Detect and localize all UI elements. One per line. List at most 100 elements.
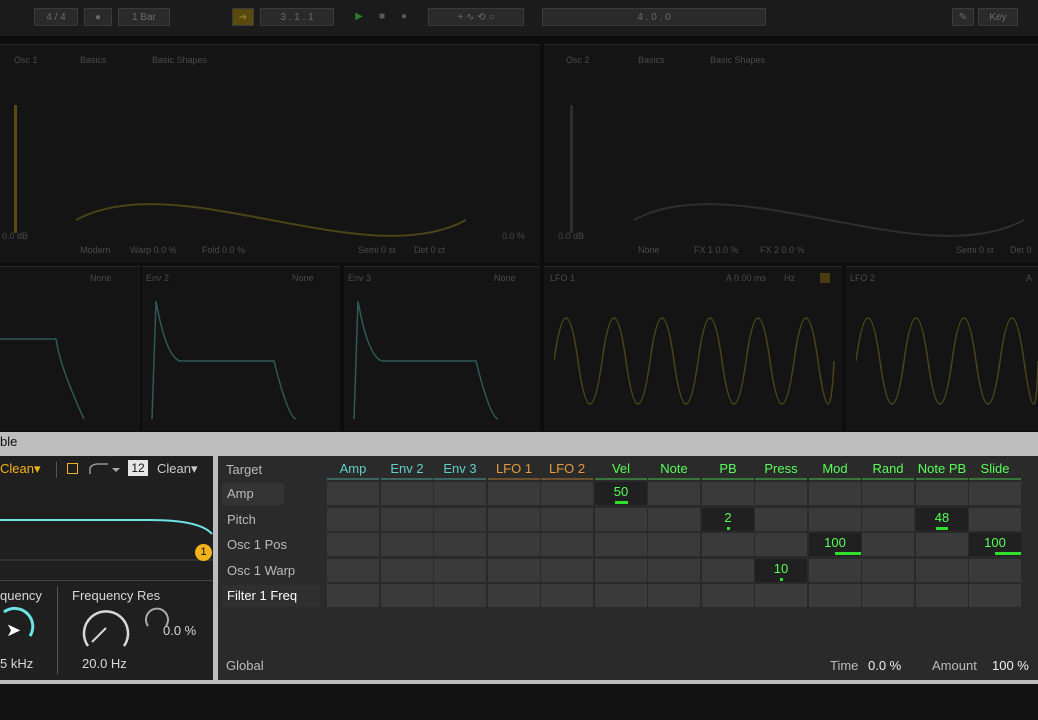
matrix-cell[interactable] [595,559,647,582]
target-row-osc-1-pos[interactable]: Osc 1 Pos [222,534,320,556]
matrix-cell[interactable] [327,559,379,582]
song-position-field[interactable]: 3 . 1 . 1 [260,8,334,26]
resonance-value[interactable]: 0.0 % [163,623,196,638]
osc2-semi[interactable]: Semi 0 st [956,245,994,255]
matrix-cell[interactable] [702,533,754,556]
loop-position-field[interactable]: 4 . 0 . 0 [542,8,766,26]
osc2-mode[interactable]: None [638,245,660,255]
frequency-res-value[interactable]: 20.0 Hz [82,656,127,671]
lfo1-attack[interactable]: A 0.00 ms [726,273,766,283]
osc2-fx1[interactable]: FX 1 0.0 % [694,245,739,255]
source-header-press[interactable]: Press [755,460,807,478]
osc1-pos[interactable]: 0.0 % [502,231,525,241]
matrix-cell[interactable] [541,533,593,556]
matrix-cell[interactable] [969,508,1021,531]
matrix-cell[interactable] [755,533,807,556]
matrix-cell[interactable] [541,482,593,505]
draw-mode-icon[interactable]: ✎ [952,8,974,26]
osc1-wavetable[interactable]: Basic Shapes [152,55,207,65]
osc2-wavetable[interactable]: Basic Shapes [710,55,765,65]
source-header-vel[interactable]: Vel [595,460,647,478]
source-header-lfo-1[interactable]: LFO 1 [488,460,540,478]
matrix-cell[interactable] [327,533,379,556]
source-header-rand[interactable]: Rand [862,460,914,478]
matrix-cell[interactable] [862,508,914,531]
matrix-cell[interactable] [434,533,486,556]
matrix-cell[interactable] [969,559,1021,582]
matrix-cell[interactable] [755,482,807,505]
matrix-cell[interactable] [702,584,754,607]
matrix-cell[interactable] [327,482,379,505]
play-icon[interactable]: ▶ [348,8,370,26]
source-header-env-3[interactable]: Env 3 [434,460,486,478]
osc1-det[interactable]: Det 0 ct [414,245,445,255]
target-row-pitch[interactable]: Pitch [222,509,274,531]
matrix-cell[interactable] [702,482,754,505]
target-row-amp[interactable]: Amp [222,483,284,505]
matrix-cell[interactable] [381,584,433,607]
matrix-cell[interactable] [327,508,379,531]
time-signature-field[interactable]: 4 / 4 [34,8,78,26]
time-value[interactable]: 0.0 % [868,658,901,673]
matrix-cell[interactable] [381,482,433,505]
source-header-env-2[interactable]: Env 2 [381,460,433,478]
env1-none-menu[interactable]: None [90,273,112,283]
matrix-cell[interactable] [755,584,807,607]
filter2-circuit-menu[interactable]: Clean▾ [157,461,198,477]
filter2-enable-toggle[interactable] [67,463,78,474]
matrix-cell[interactable] [916,584,968,607]
lfo2-attack[interactable]: A [1026,273,1032,283]
lfo1-rate-mode[interactable]: Hz [784,273,795,283]
matrix-cell[interactable] [969,584,1021,607]
matrix-cell[interactable] [381,559,433,582]
matrix-cell[interactable] [488,508,540,531]
matrix-cell[interactable] [916,482,968,505]
osc1-category[interactable]: Basics [80,55,107,65]
matrix-cell[interactable] [541,584,593,607]
source-header-note-pb[interactable]: Note PB [916,460,968,478]
osc1-mode[interactable]: Modern [80,245,111,255]
amount-value[interactable]: 100 % [992,658,1029,673]
osc1-gain-meter[interactable] [14,105,17,233]
frequency-value[interactable]: 5 kHz [0,656,33,671]
source-header-slide[interactable]: Slide [969,460,1021,478]
stop-icon[interactable]: ■ [372,8,392,26]
matrix-cell[interactable] [648,533,700,556]
matrix-cell[interactable] [648,508,700,531]
osc1-semi[interactable]: Semi 0 st [358,245,396,255]
matrix-cell[interactable] [916,559,968,582]
record-icon[interactable]: ● [394,8,414,26]
quantize-menu[interactable]: 1 Bar [118,8,170,26]
filter-circuit-menu[interactable]: Clean▾ [0,461,41,477]
lfo1-retrig-toggle[interactable] [820,273,830,283]
follow-button[interactable]: ➔ [232,8,254,26]
matrix-cell[interactable] [434,508,486,531]
osc1-fold[interactable]: Fold 0.0 % [202,245,245,255]
matrix-cell[interactable] [969,482,1021,505]
source-header-pb[interactable]: PB [702,460,754,478]
matrix-cell[interactable] [648,584,700,607]
key-map-button[interactable]: Key [978,8,1018,26]
matrix-cell[interactable] [541,559,593,582]
filter-type-icon[interactable] [88,462,120,476]
matrix-cell[interactable] [702,559,754,582]
filter-frequency-handle[interactable]: 1 [195,544,212,561]
matrix-cell[interactable] [488,482,540,505]
matrix-cell[interactable] [809,584,861,607]
frequency-res-knob[interactable] [78,604,134,654]
target-row-osc-1-warp[interactable]: Osc 1 Warp [222,560,320,582]
osc2-gain-meter[interactable] [570,105,573,233]
matrix-cell[interactable] [648,559,700,582]
matrix-cell[interactable] [488,559,540,582]
matrix-cell[interactable] [595,584,647,607]
matrix-cell[interactable] [381,508,433,531]
matrix-cell[interactable] [862,533,914,556]
metronome-button[interactable]: ● [84,8,112,26]
source-header-lfo-2[interactable]: LFO 2 [541,460,593,478]
env3-none-menu[interactable]: None [494,273,516,283]
env2-none-menu[interactable]: None [292,273,314,283]
osc1-warp[interactable]: Warp 0.0 % [130,245,177,255]
matrix-cell[interactable] [648,482,700,505]
matrix-cell[interactable] [434,584,486,607]
matrix-cell[interactable] [434,482,486,505]
